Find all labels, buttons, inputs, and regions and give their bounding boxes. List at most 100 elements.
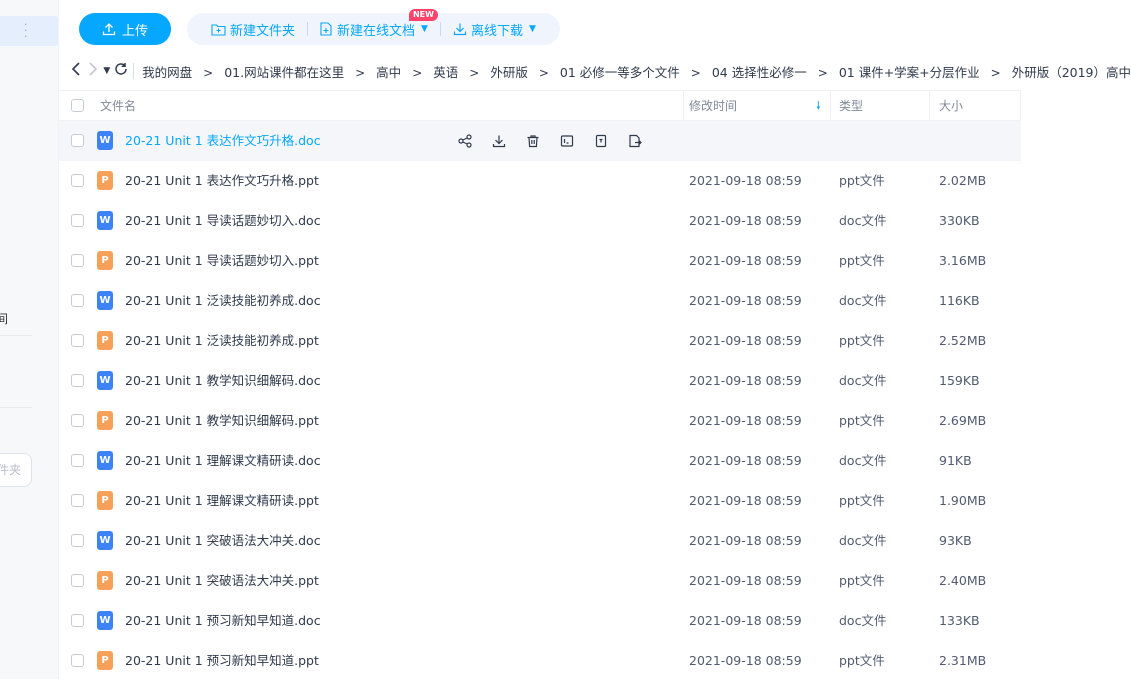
file-name[interactable]: 20-21 Unit 1 表达作文巧升格.doc xyxy=(125,121,321,161)
breadcrumb-item[interactable]: 高中 xyxy=(376,65,401,80)
powerpoint-file-icon: P xyxy=(97,251,113,270)
file-size: 2.52MB xyxy=(939,333,987,348)
table-row[interactable]: W 20-21 Unit 1 泛读技能初养成.doc 2021-09-18 08… xyxy=(59,281,1131,321)
row-checkbox[interactable] xyxy=(71,454,84,467)
column-modified-header[interactable]: 修改时间 xyxy=(689,91,737,121)
row-checkbox[interactable] xyxy=(71,574,84,587)
refresh-icon[interactable] xyxy=(112,62,129,80)
file-name[interactable]: 20-21 Unit 1 预习新知早知道.ppt xyxy=(125,641,319,681)
powerpoint-file-icon: P xyxy=(97,571,113,590)
file-name[interactable]: 20-21 Unit 1 泛读技能初养成.doc xyxy=(125,281,321,321)
file-modified-date: 2021-09-18 08:59 xyxy=(689,213,802,228)
file-modified-date: 2021-09-18 08:59 xyxy=(689,573,802,588)
table-row[interactable]: W 20-21 Unit 1 教学知识细解码.doc 2021-09-18 08… xyxy=(59,361,1131,401)
sidebar-active-item[interactable] xyxy=(0,16,58,46)
file-name[interactable]: 20-21 Unit 1 突破语法大冲关.ppt xyxy=(125,561,319,601)
file-size: 2.31MB xyxy=(939,653,987,668)
copy-icon[interactable] xyxy=(591,131,611,151)
breadcrumb-item[interactable]: 外研版（2019）高中 xyxy=(1012,65,1131,80)
table-row[interactable]: P 20-21 Unit 1 导读话题妙切入.ppt 2021-09-18 08… xyxy=(59,241,1131,281)
forward-icon[interactable] xyxy=(84,62,101,80)
breadcrumb-item[interactable]: 英语 xyxy=(433,65,458,80)
file-type: ppt文件 xyxy=(839,573,885,588)
table-row[interactable]: W 20-21 Unit 1 突破语法大冲关.doc 2021-09-18 08… xyxy=(59,521,1131,561)
breadcrumb-item[interactable]: 01 必修一等多个文件 xyxy=(560,65,680,80)
table-row[interactable]: P 20-21 Unit 1 理解课文精研读.ppt 2021-09-18 08… xyxy=(59,481,1131,521)
table-row[interactable]: P 20-21 Unit 1 表达作文巧升格.ppt 2021-09-18 08… xyxy=(59,161,1131,201)
back-icon[interactable] xyxy=(67,62,84,80)
column-size-header[interactable]: 大小 xyxy=(939,91,963,121)
row-checkbox[interactable] xyxy=(71,534,84,547)
move-icon[interactable] xyxy=(625,131,645,151)
row-checkbox[interactable] xyxy=(71,374,84,387)
sort-desc-icon[interactable]: 🠗 xyxy=(816,91,821,121)
breadcrumb-separator-icon: > xyxy=(355,65,366,80)
file-modified-date: 2021-09-18 08:59 xyxy=(689,253,802,268)
breadcrumb-item[interactable]: 我的网盘 xyxy=(142,65,192,80)
table-row[interactable]: W 20-21 Unit 1 预习新知早知道.doc 2021-09-18 08… xyxy=(59,601,1131,641)
new-folder-button[interactable]: 新建文件夹 xyxy=(199,20,307,39)
caret-down-icon: ▼ xyxy=(528,24,536,34)
powerpoint-file-icon: P xyxy=(97,491,113,510)
table-row[interactable]: P 20-21 Unit 1 突破语法大冲关.ppt 2021-09-18 08… xyxy=(59,561,1131,601)
row-checkbox[interactable] xyxy=(71,294,84,307)
table-row[interactable]: W 20-21 Unit 1 理解课文精研读.doc 2021-09-18 08… xyxy=(59,441,1131,481)
file-name[interactable]: 20-21 Unit 1 突破语法大冲关.doc xyxy=(125,521,321,561)
file-name[interactable]: 20-21 Unit 1 导读话题妙切入.doc xyxy=(125,201,321,241)
breadcrumb-item[interactable]: 01.网站课件都在这里 xyxy=(224,65,344,80)
download-icon[interactable] xyxy=(489,131,509,151)
file-modified-date: 2021-09-18 08:59 xyxy=(689,653,802,668)
row-checkbox[interactable] xyxy=(71,494,84,507)
file-type: doc文件 xyxy=(839,533,887,548)
caret-down-icon: ▼ xyxy=(421,24,428,34)
row-checkbox[interactable] xyxy=(71,254,84,267)
download-icon xyxy=(453,23,467,36)
file-name[interactable]: 20-21 Unit 1 教学知识细解码.ppt xyxy=(125,401,319,441)
row-checkbox[interactable] xyxy=(71,334,84,347)
file-name[interactable]: 20-21 Unit 1 导读话题妙切入.ppt xyxy=(125,241,319,281)
column-name-header[interactable]: 文件名 xyxy=(100,91,136,121)
row-checkbox[interactable] xyxy=(71,134,84,147)
file-name[interactable]: 20-21 Unit 1 预习新知早知道.doc xyxy=(125,601,321,641)
breadcrumb-item[interactable]: 01 课件+学案+分层作业 xyxy=(839,65,980,80)
table-row[interactable]: W 20-21 Unit 1 表达作文巧升格.doc xyxy=(59,121,1021,161)
select-all-checkbox[interactable] xyxy=(71,99,84,112)
sidebar-divider xyxy=(0,407,32,408)
file-name[interactable]: 20-21 Unit 1 表达作文巧升格.ppt xyxy=(125,161,319,201)
sidebar-folder-button[interactable]: 件夹 xyxy=(0,453,32,487)
table-row[interactable]: W 20-21 Unit 1 导读话题妙切入.doc 2021-09-18 08… xyxy=(59,201,1131,241)
rename-icon[interactable] xyxy=(557,131,577,151)
new-online-doc-label: 新建在线文档 xyxy=(337,23,416,39)
file-size: 93KB xyxy=(939,533,972,548)
row-checkbox[interactable] xyxy=(71,414,84,427)
file-name[interactable]: 20-21 Unit 1 理解课文精研读.ppt xyxy=(125,481,319,521)
upload-button[interactable]: 上传 xyxy=(79,13,171,45)
row-checkbox[interactable] xyxy=(71,654,84,667)
row-checkbox[interactable] xyxy=(71,174,84,187)
table-row[interactable]: P 20-21 Unit 1 教学知识细解码.ppt 2021-09-18 08… xyxy=(59,401,1131,441)
file-size: 91KB xyxy=(939,453,972,468)
table-row[interactable]: P 20-21 Unit 1 预习新知早知道.ppt 2021-09-18 08… xyxy=(59,641,1131,681)
file-name[interactable]: 20-21 Unit 1 泛读技能初养成.ppt xyxy=(125,321,319,361)
file-type: doc文件 xyxy=(839,373,887,388)
new-online-doc-button[interactable]: 新建在线文档 ▼ NEW xyxy=(308,8,440,39)
offline-download-label: 离线下载 xyxy=(470,23,523,39)
share-icon[interactable] xyxy=(455,131,475,151)
breadcrumb-separator-icon: > xyxy=(469,65,480,80)
history-dropdown-icon[interactable]: ▼ xyxy=(102,66,113,76)
file-table-header: 文件名 修改时间 🠗 类型 大小 xyxy=(59,90,1021,121)
new-folder-label: 新建文件夹 xyxy=(230,23,296,39)
column-type-header[interactable]: 类型 xyxy=(839,91,863,121)
file-name[interactable]: 20-21 Unit 1 理解课文精研读.doc xyxy=(125,441,321,481)
sidebar-item-label[interactable]: 间 xyxy=(0,310,8,327)
word-file-icon: W xyxy=(97,611,113,630)
row-checkbox[interactable] xyxy=(71,214,84,227)
offline-download-button[interactable]: 离线下载 ▼ xyxy=(441,20,548,39)
row-checkbox[interactable] xyxy=(71,614,84,627)
file-name[interactable]: 20-21 Unit 1 教学知识细解码.doc xyxy=(125,361,321,401)
breadcrumb-item[interactable]: 外研版 xyxy=(490,65,528,80)
breadcrumb-item[interactable]: 04 选择性必修一 xyxy=(712,65,807,80)
more-icon[interactable]: · · · xyxy=(24,19,28,42)
table-row[interactable]: P 20-21 Unit 1 泛读技能初养成.ppt 2021-09-18 08… xyxy=(59,321,1131,361)
delete-icon[interactable] xyxy=(523,131,543,151)
